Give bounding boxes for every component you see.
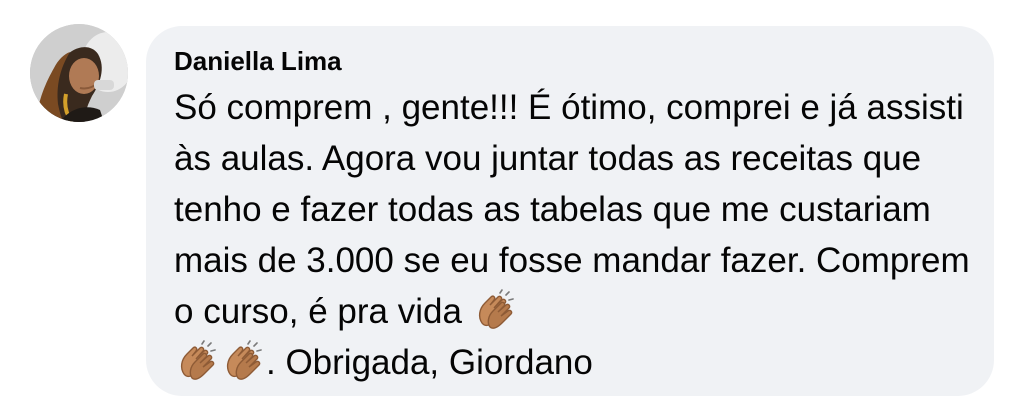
comment: Daniella Lima Só comprem , gente!!! É ót… bbox=[0, 0, 1024, 409]
comment-bubble: Daniella Lima Só comprem , gente!!! É ót… bbox=[146, 26, 994, 396]
comment-text: Só comprem , gente!!! É ótimo, comprei e… bbox=[174, 82, 970, 388]
avatar[interactable] bbox=[30, 24, 128, 122]
comment-author[interactable]: Daniella Lima bbox=[174, 46, 970, 76]
comment-text-part-1: Só comprem , gente!!! É ótimo, comprei e… bbox=[174, 88, 970, 331]
comment-text-part-2: . Obrigada, Giordano bbox=[266, 343, 593, 382]
clapping-hands-icon bbox=[473, 289, 517, 333]
clapping-hands-icon bbox=[221, 340, 265, 384]
profile-photo-icon bbox=[30, 24, 128, 122]
clapping-hands-icon bbox=[175, 340, 219, 384]
